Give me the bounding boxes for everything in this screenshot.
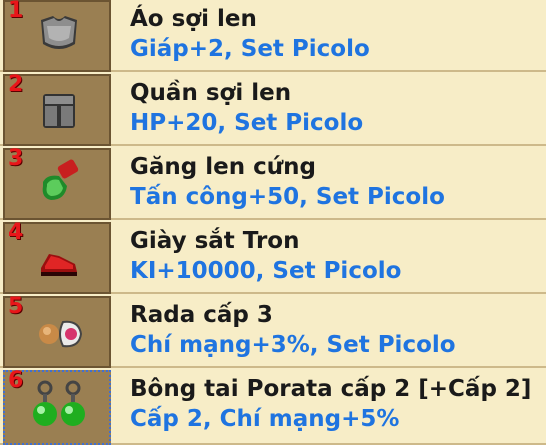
item-name: Rada cấp 3	[130, 302, 273, 328]
item-stats: HP+20, Set Picolo	[130, 110, 364, 136]
shoes-icon	[41, 254, 77, 276]
item-stats: Chí mạng+3%, Set Picolo	[130, 332, 456, 358]
item-stats: Cấp 2, Chí mạng+5%	[130, 406, 400, 432]
equipment-row-5[interactable]: 5 Rada cấp 3 Chí mạng+3%, Set Picolo	[0, 294, 546, 368]
equipment-row-2[interactable]: 2 Quần sợi len HP+20, Set Picolo	[0, 72, 546, 146]
equipment-row-6[interactable]: 6 Bông tai Porata cấp 2 [+Cấp 2] Cấp 2, …	[0, 368, 546, 445]
item-name: Găng len cứng	[130, 154, 316, 180]
item-slot[interactable]: 1	[3, 0, 111, 72]
equipment-row-3[interactable]: 3 Găng len cứng Tấn công+50, Set Picolo	[0, 146, 546, 220]
item-slot[interactable]: 5	[3, 294, 111, 368]
slot-number: 2	[8, 72, 24, 97]
item-stats: KI+10000, Set Picolo	[130, 258, 402, 284]
equipment-list: 1 Áo sợi len Giáp+2, Set Picolo 2 Quần s…	[0, 0, 546, 445]
earrings-icon	[33, 380, 85, 426]
slot-number: 3	[8, 146, 24, 171]
shirt-icon	[41, 16, 77, 49]
item-name: Giày sắt Tron	[130, 228, 300, 254]
equipment-row-4[interactable]: 4 Giày sắt Tron KI+10000, Set Picolo	[0, 220, 546, 294]
item-stats: Tấn công+50, Set Picolo	[130, 184, 445, 210]
item-slot[interactable]: 3	[3, 146, 111, 220]
equipment-row-1[interactable]: 1 Áo sợi len Giáp+2, Set Picolo	[0, 0, 546, 72]
gloves-icon	[42, 159, 79, 200]
item-name: Bông tai Porata cấp 2 [+Cấp 2]	[130, 376, 532, 402]
item-stats: Giáp+2, Set Picolo	[130, 36, 370, 62]
item-slot-selected[interactable]: 6	[3, 368, 111, 445]
item-slot[interactable]: 2	[3, 72, 111, 146]
slot-number: 5	[8, 294, 24, 319]
item-name: Quần sợi len	[130, 80, 292, 106]
slot-number: 1	[8, 0, 24, 23]
item-name: Áo sợi len	[130, 6, 257, 32]
slot-number: 6	[8, 368, 24, 393]
pants-icon	[43, 94, 75, 128]
radar-icon	[39, 320, 83, 348]
item-slot[interactable]: 4	[3, 220, 111, 294]
slot-number: 4	[8, 220, 24, 245]
